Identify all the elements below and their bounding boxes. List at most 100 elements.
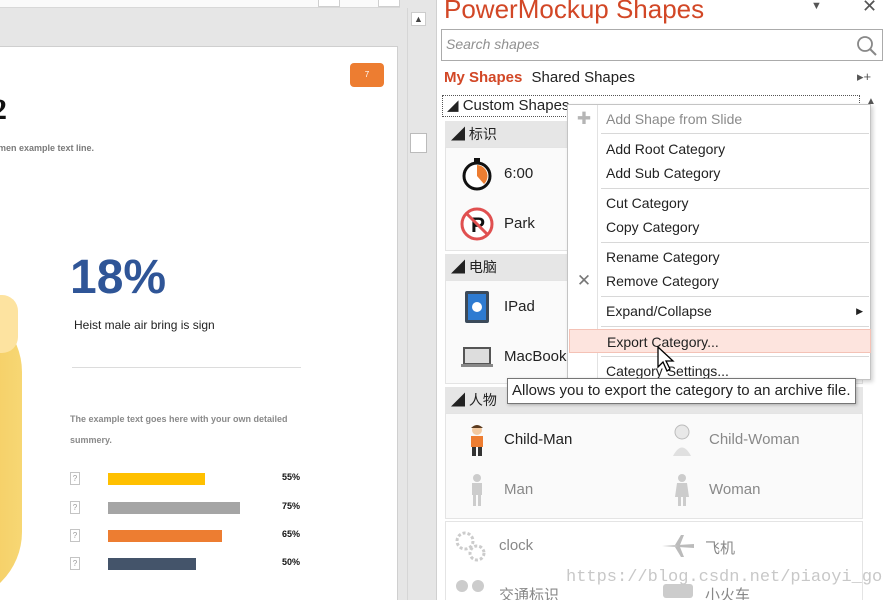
- menu-item-add-root-category[interactable]: Add Root Category: [569, 137, 871, 161]
- menu-item-label: Add Shape from Slide: [606, 111, 743, 127]
- submenu-arrow-icon: ▶: [856, 306, 863, 316]
- shape-item[interactable]: 6:00: [462, 158, 534, 191]
- tab-shared-shapes[interactable]: Shared Shapes: [532, 69, 635, 86]
- menu-item-label: Copy Category: [606, 219, 700, 235]
- shape-item[interactable]: Man: [472, 474, 534, 506]
- slide-editor-canvas: 2 men example text line. 7 18% Heist mal…: [0, 0, 428, 600]
- placeholder-icon: ?: [70, 501, 80, 514]
- child-man-icon: [471, 425, 483, 456]
- shape-label: Woman: [709, 481, 761, 498]
- shape-item[interactable]: Child-Man: [471, 425, 573, 456]
- context-menu: ✚ Add Shape from Slide Add Root Category…: [567, 104, 871, 380]
- tooltip: Allows you to export the category to an …: [507, 378, 856, 404]
- shape-label: Man: [504, 481, 534, 498]
- stopwatch-icon: [462, 158, 492, 191]
- shape-label: Child-Man: [504, 431, 573, 448]
- search-icon[interactable]: [856, 35, 878, 57]
- pane-options-dropdown-icon[interactable]: ▼: [811, 0, 822, 12]
- gears-icon: [455, 531, 486, 562]
- badge-shape: 7: [350, 63, 384, 87]
- child-woman-icon: [673, 424, 691, 456]
- menu-item-rename-category[interactable]: Rename Category: [569, 245, 871, 269]
- menu-item-label: Add Sub Category: [606, 165, 721, 181]
- progress-percent: 55%: [282, 472, 301, 482]
- woman-icon: [675, 474, 689, 506]
- x-icon: ✕: [576, 271, 592, 290]
- shape-label: 6:00: [504, 165, 534, 182]
- category-label: 标识: [468, 126, 497, 142]
- shape-tabs: My Shapes Shared Shapes: [444, 69, 635, 86]
- shape-item[interactable]: IPad: [465, 291, 535, 323]
- slide-subtitle: men example text line.: [0, 143, 95, 153]
- strip-box: [378, 0, 400, 7]
- shape-label: Child-Woman: [709, 431, 800, 448]
- man-icon: [472, 474, 482, 506]
- shape-item[interactable]: clock: [455, 531, 533, 562]
- progress-percent: 50%: [282, 557, 301, 567]
- shape-item[interactable]: P Park: [460, 207, 535, 241]
- placeholder-icon: ?: [70, 529, 80, 542]
- slide[interactable]: 2 men example text line. 7 18% Heist mal…: [0, 46, 398, 600]
- laptop-icon: [461, 347, 493, 367]
- shape-label: Park: [504, 215, 535, 232]
- slide-thumbnail-strip: [0, 0, 400, 8]
- menu-item-add-shape-from-slide[interactable]: ✚ Add Shape from Slide: [569, 107, 871, 131]
- progress-bar: [108, 558, 196, 570]
- shape-label: 小火车: [705, 587, 751, 600]
- menu-separator: [601, 326, 869, 327]
- menu-item-remove-category[interactable]: ✕ Remove Category: [569, 269, 871, 293]
- tab-controls-icon[interactable]: ▸+: [857, 69, 871, 85]
- menu-item-label: Cut Category: [606, 195, 689, 211]
- menu-item-expand-collapse[interactable]: Expand/Collapse ▶: [569, 299, 871, 323]
- mouse-cursor-icon: [657, 346, 675, 372]
- root-category-label: Custom Shapes: [462, 97, 570, 114]
- menu-item-cut-category[interactable]: Cut Category: [569, 191, 871, 215]
- scroll-up-arrow[interactable]: ▲: [411, 12, 426, 26]
- menu-item-label: Remove Category: [606, 273, 719, 289]
- shape-label: 飞机: [705, 540, 736, 557]
- search-input[interactable]: Search shapes: [441, 29, 883, 61]
- shape-item[interactable]: MacBook: [461, 347, 567, 367]
- shape-item[interactable]: 飞机: [662, 535, 736, 558]
- strip-box: [318, 0, 340, 7]
- description-text: The example text goes here with your own…: [70, 414, 288, 445]
- big-percent: 18%: [70, 251, 167, 304]
- close-icon[interactable]: ✕: [862, 0, 877, 17]
- shape-item[interactable]: Woman: [675, 474, 761, 506]
- menu-separator: [601, 188, 869, 189]
- menu-separator: [601, 356, 869, 357]
- banana-tip: [0, 295, 18, 353]
- tagline: Heist male air bring is sign: [74, 318, 215, 332]
- progress-bar: [108, 473, 205, 485]
- menu-separator: [601, 296, 869, 297]
- progress-percent: 75%: [282, 501, 301, 511]
- menu-item-add-sub-category[interactable]: Add Sub Category: [569, 161, 871, 185]
- menu-item-copy-category[interactable]: Copy Category: [569, 215, 871, 239]
- tablet-icon: [465, 291, 489, 323]
- progress-percent: 65%: [282, 529, 301, 539]
- menu-separator: [601, 133, 869, 134]
- placeholder-icon: ?: [70, 557, 80, 570]
- shape-item[interactable]: Child-Woman: [673, 424, 800, 456]
- scroll-thumb[interactable]: [410, 133, 427, 153]
- search-placeholder: Search shapes: [446, 36, 540, 52]
- category-body: [445, 413, 863, 519]
- airplane-icon: [662, 535, 694, 557]
- watermark: https://blog.csdn.net/piaoyi_go: [566, 568, 883, 587]
- shape-label: IPad: [504, 298, 535, 315]
- tab-my-shapes[interactable]: My Shapes: [444, 69, 522, 86]
- menu-separator: [601, 242, 869, 243]
- menu-item-label: Expand/Collapse: [606, 303, 712, 319]
- shape-label: 交通标识: [499, 587, 560, 600]
- placeholder-icon: ?: [70, 472, 80, 485]
- menu-item-export-category[interactable]: Export Category...: [569, 329, 871, 353]
- menu-item-label: Add Root Category: [606, 141, 726, 157]
- plus-icon: ✚: [576, 109, 592, 128]
- traffic-signs-icon: [456, 580, 484, 592]
- slide-number: 2: [0, 93, 7, 127]
- category-label: 人物: [468, 392, 497, 408]
- pane-title: PowerMockup Shapes: [444, 0, 705, 24]
- progress-bar: [108, 502, 240, 514]
- vertical-scrollbar[interactable]: ▲: [407, 8, 428, 600]
- shape-item[interactable]: 交通标识: [456, 580, 560, 600]
